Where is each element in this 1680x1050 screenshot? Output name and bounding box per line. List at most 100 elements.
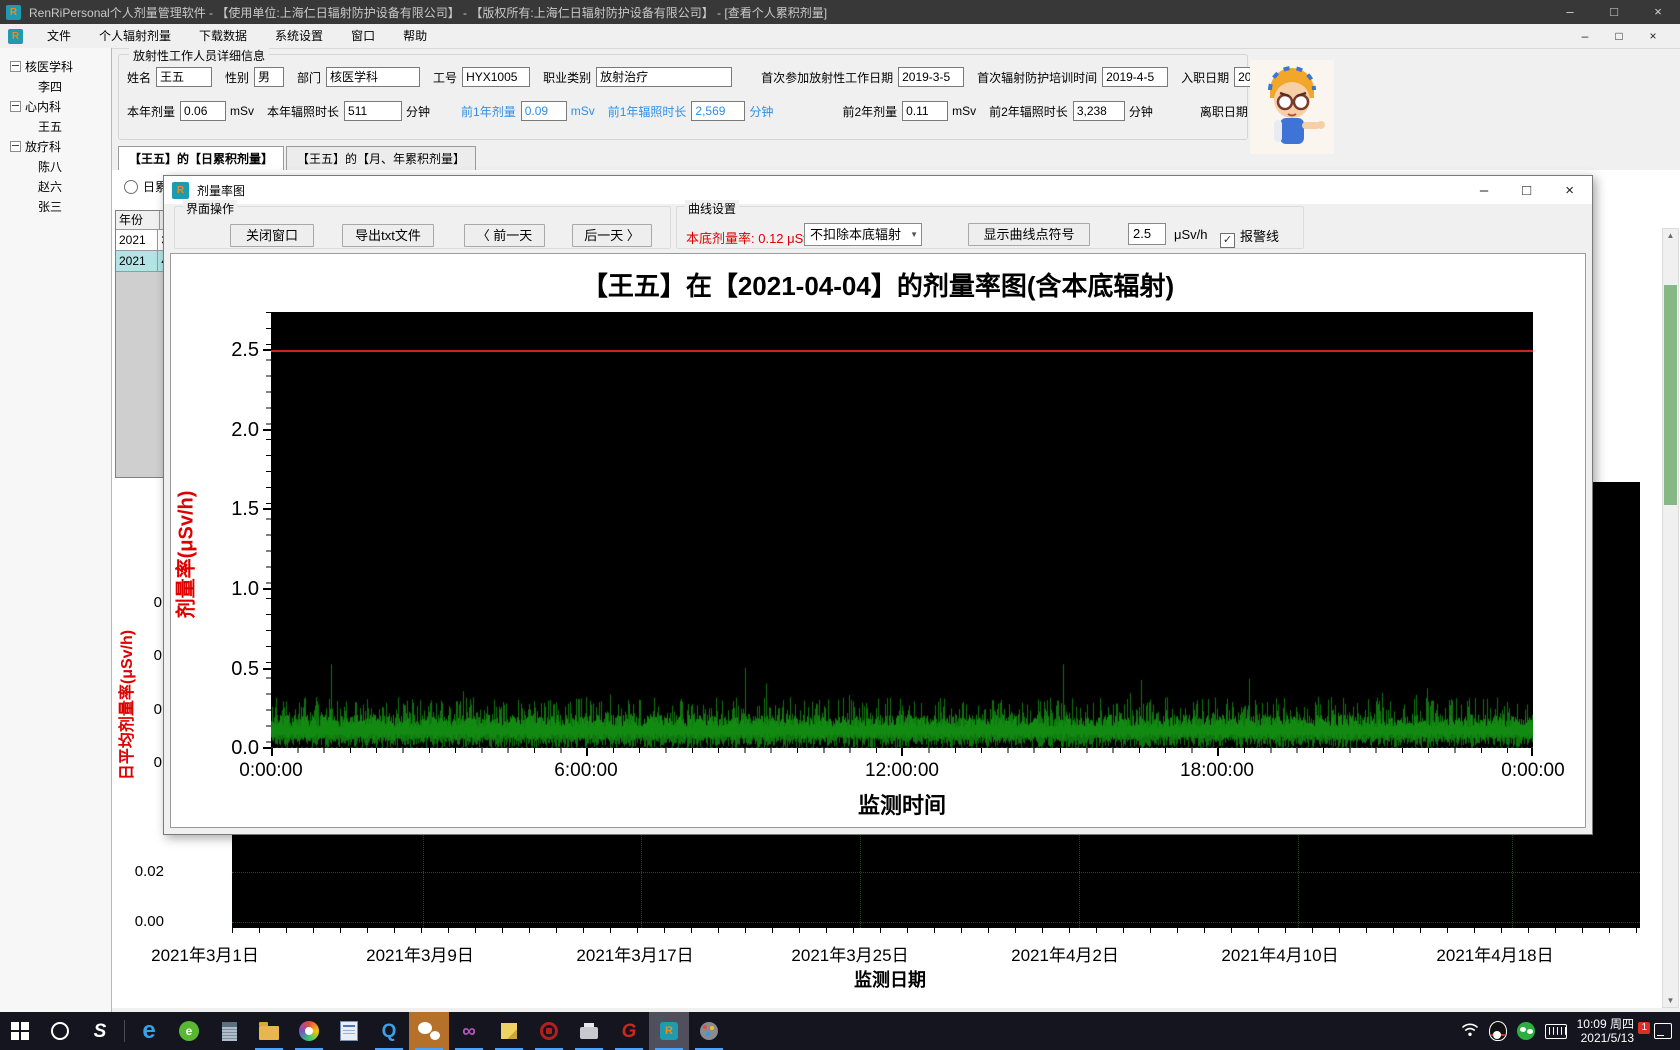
first-training-date-input[interactable]: 2019-4-5: [1102, 67, 1168, 87]
qq-browser-button[interactable]: Q: [369, 1012, 409, 1050]
first-work-date-input[interactable]: 2019-3-5: [898, 67, 964, 87]
scrollbar-thumb[interactable]: [1664, 285, 1677, 505]
show-curve-points-button[interactable]: 显示曲线点符号: [968, 223, 1090, 246]
prev2-dose-input[interactable]: 0.11: [902, 101, 948, 121]
menu-file[interactable]: 文件: [33, 25, 85, 48]
child-minimize-button[interactable]: –: [1572, 29, 1598, 43]
tree-node-person[interactable]: 李四: [0, 76, 111, 96]
checkbox-icon[interactable]: ✓: [1220, 233, 1235, 248]
close-button[interactable]: ×: [1636, 0, 1680, 24]
media-button[interactable]: [289, 1012, 329, 1050]
tree-label[interactable]: 陈八: [38, 158, 62, 175]
dialog-title: 剂量率图: [197, 182, 245, 199]
prev1-dose-input[interactable]: 0.09: [521, 101, 567, 121]
tree-node-person[interactable]: 张三: [0, 196, 111, 216]
browser-360-button[interactable]: e: [169, 1012, 209, 1050]
field-gender: 性别男: [225, 67, 284, 87]
windows-logo-icon: [11, 1022, 29, 1040]
g-tool-button[interactable]: G: [609, 1012, 649, 1050]
tree-label[interactable]: 心内科: [25, 98, 61, 115]
menu-system-settings[interactable]: 系统设置: [261, 25, 337, 48]
seal-tool-button[interactable]: [529, 1012, 569, 1050]
tree-label[interactable]: 王五: [38, 118, 62, 135]
previous-day-button[interactable]: 〈 前一天: [464, 224, 545, 247]
action-center-icon[interactable]: [1654, 1023, 1672, 1039]
print-tool-button[interactable]: [569, 1012, 609, 1050]
wechat-tray-icon[interactable]: [1517, 1022, 1535, 1040]
menu-help[interactable]: 帮助: [389, 25, 441, 48]
prev1-exposure-input[interactable]: 2,569: [691, 101, 745, 121]
screen: R RenRiPersonal个人剂量管理软件 - 【使用单位:上海仁日辐射防护…: [0, 0, 1680, 1050]
system-doc-icon: [340, 1021, 358, 1041]
background-subtract-dropdown[interactable]: 不扣除本底辐射: [804, 223, 922, 246]
system-button[interactable]: [329, 1012, 369, 1050]
snipping-button[interactable]: S: [80, 1012, 120, 1050]
tree-node-dept[interactable]: 核医学科: [0, 56, 111, 76]
dialog-maximize-button[interactable]: □: [1522, 182, 1531, 199]
tree-label[interactable]: 核医学科: [25, 58, 73, 75]
renri-app-button[interactable]: R: [649, 1012, 689, 1050]
dialog-titlebar[interactable]: R 剂量率图 – □ ×: [164, 176, 1592, 204]
menu-personal-dose[interactable]: 个人辐射剂量: [85, 25, 185, 48]
job-category-input[interactable]: 放射治疗: [596, 67, 732, 87]
tab-daily-cumulative-dose[interactable]: 【王五】的【日累积剂量】: [118, 146, 284, 170]
field-prev2-exposure-time: 前2年辐照时长3,238分钟: [989, 101, 1153, 121]
xaxis-title: 监测时间: [702, 788, 1102, 820]
taskbar-clock[interactable]: 10:09 周四 2021/5/13: [1577, 1017, 1634, 1045]
minimize-button[interactable]: –: [1548, 0, 1592, 24]
seal-icon: [540, 1022, 558, 1040]
keyboard-icon[interactable]: [1545, 1024, 1567, 1039]
year-exposure-input[interactable]: 511: [344, 101, 402, 121]
gender-input[interactable]: 男: [254, 67, 284, 87]
next-day-button[interactable]: 后一天 〉: [572, 224, 652, 247]
tree-node-dept[interactable]: 放疗科: [0, 136, 111, 156]
calculator-button[interactable]: [209, 1012, 249, 1050]
wifi-icon[interactable]: [1461, 1022, 1479, 1040]
maximize-button[interactable]: □: [1592, 0, 1636, 24]
collapse-icon[interactable]: [10, 101, 21, 112]
child-close-button[interactable]: ×: [1640, 29, 1666, 43]
tree-label[interactable]: 赵六: [38, 178, 62, 195]
paint-button[interactable]: [689, 1012, 729, 1050]
year-dose-input[interactable]: 0.06: [180, 101, 226, 121]
collapse-icon[interactable]: [10, 61, 21, 72]
dev-tool-button[interactable]: ∞: [449, 1012, 489, 1050]
infinity-icon: ∞: [462, 1022, 476, 1041]
scroll-down-icon[interactable]: ▼: [1663, 996, 1678, 1005]
window-titlebar: R RenRiPersonal个人剂量管理软件 - 【使用单位:上海仁日辐射防护…: [0, 0, 1680, 24]
close-window-button[interactable]: 关闭窗口: [230, 224, 314, 247]
alarm-threshold-input[interactable]: 2.5: [1128, 223, 1166, 245]
start-button[interactable]: [0, 1012, 40, 1050]
worker-id-input[interactable]: HYX1005: [462, 67, 530, 87]
tree-label[interactable]: 张三: [38, 198, 62, 215]
tree-label[interactable]: 放疗科: [25, 138, 61, 155]
menu-window[interactable]: 窗口: [337, 25, 389, 48]
name-input[interactable]: 王五: [156, 67, 212, 87]
sticky-notes-button[interactable]: [489, 1012, 529, 1050]
tree-node-person[interactable]: 赵六: [0, 176, 111, 196]
export-txt-button[interactable]: 导出txt文件: [342, 224, 434, 247]
edge-button[interactable]: e: [129, 1012, 169, 1050]
radio-icon[interactable]: [124, 180, 138, 194]
dialog-close-button[interactable]: ×: [1565, 182, 1574, 199]
tree-node-dept[interactable]: 心内科: [0, 96, 111, 116]
scroll-up-icon[interactable]: ▲: [1663, 231, 1678, 240]
file-explorer-button[interactable]: [249, 1012, 289, 1050]
collapse-icon[interactable]: [10, 141, 21, 152]
menu-download-data[interactable]: 下载数据: [185, 25, 261, 48]
tree-node-person[interactable]: 陈八: [0, 156, 111, 176]
alarm-line-checkbox[interactable]: ✓报警线: [1220, 226, 1279, 248]
prev2-exposure-input[interactable]: 3,238: [1073, 101, 1125, 121]
cortana-button[interactable]: [40, 1012, 80, 1050]
field-job-category: 职业类别放射治疗: [543, 67, 732, 87]
tree-label[interactable]: 李四: [38, 78, 62, 95]
qq-tray-icon[interactable]: [1489, 1021, 1507, 1041]
child-restore-button[interactable]: □: [1606, 29, 1632, 43]
wechat-button[interactable]: [409, 1012, 449, 1050]
department-input[interactable]: 核医学科: [326, 67, 420, 87]
dialog-minimize-button[interactable]: –: [1480, 182, 1488, 199]
tab-month-year-cumulative-dose[interactable]: 【王五】的【月、年累积剂量】: [286, 146, 476, 170]
table-header-year[interactable]: 年份: [116, 211, 160, 230]
tree-node-person[interactable]: 王五: [0, 116, 111, 136]
vertical-scrollbar[interactable]: ▲ ▼: [1662, 228, 1679, 1008]
